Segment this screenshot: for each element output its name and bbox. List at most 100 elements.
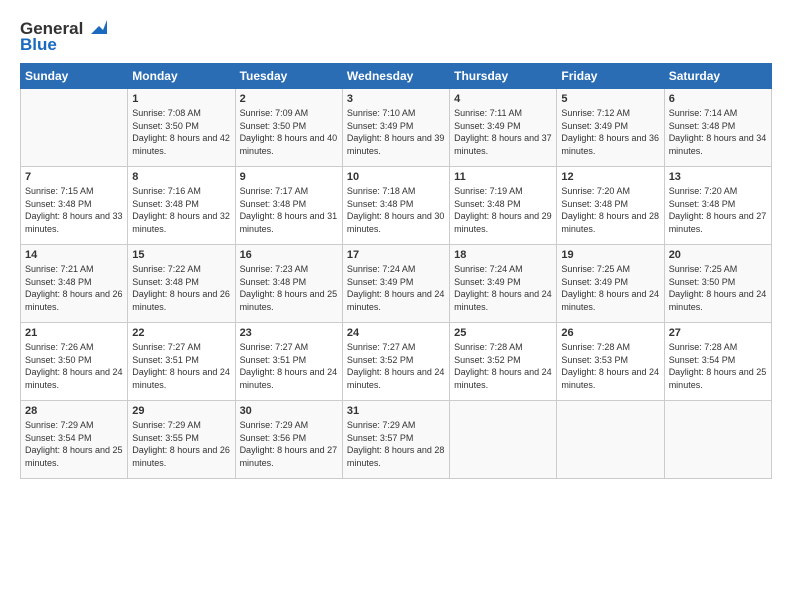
week-row-5: 28 Sunrise: 7:29 AMSunset: 3:54 PMDayligh… xyxy=(21,401,772,479)
day-number: 7 xyxy=(25,171,123,183)
day-number: 29 xyxy=(132,405,230,417)
cell-info: Sunrise: 7:25 AMSunset: 3:49 PMDaylight:… xyxy=(561,263,659,313)
header: General Blue xyxy=(20,18,772,53)
day-number: 16 xyxy=(240,249,338,261)
week-row-3: 14 Sunrise: 7:21 AMSunset: 3:48 PMDayligh… xyxy=(21,245,772,323)
day-cell: 23 Sunrise: 7:27 AMSunset: 3:51 PMDayligh… xyxy=(235,323,342,401)
day-number: 23 xyxy=(240,327,338,339)
header-tuesday: Tuesday xyxy=(235,64,342,89)
day-number: 21 xyxy=(25,327,123,339)
day-number: 17 xyxy=(347,249,445,261)
day-number: 12 xyxy=(561,171,659,183)
day-cell: 2 Sunrise: 7:09 AMSunset: 3:50 PMDaylight… xyxy=(235,89,342,167)
day-number: 27 xyxy=(669,327,767,339)
day-number: 20 xyxy=(669,249,767,261)
day-number: 2 xyxy=(240,93,338,105)
day-cell: 6Sunrise: 7:14 AMSunset: 3:48 PMDaylight… xyxy=(664,89,771,167)
cell-info: Sunrise: 7:22 AMSunset: 3:48 PMDaylight:… xyxy=(132,263,230,313)
week-row-4: 21 Sunrise: 7:26 AMSunset: 3:50 PMDayligh… xyxy=(21,323,772,401)
day-cell: 21 Sunrise: 7:26 AMSunset: 3:50 PMDayligh… xyxy=(21,323,128,401)
cell-info: Sunrise: 7:11 AMSunset: 3:49 PMDaylight:… xyxy=(454,107,552,157)
day-cell: 11 Sunrise: 7:19 AMSunset: 3:48 PMDayligh… xyxy=(450,167,557,245)
day-number: 9 xyxy=(240,171,338,183)
day-number: 3 xyxy=(347,93,445,105)
day-number: 15 xyxy=(132,249,230,261)
day-cell: 22 Sunrise: 7:27 AMSunset: 3:51 PMDayligh… xyxy=(128,323,235,401)
day-number: 19 xyxy=(561,249,659,261)
day-cell: 5Sunrise: 7:12 AMSunset: 3:49 PMDaylight… xyxy=(557,89,664,167)
header-monday: Monday xyxy=(128,64,235,89)
day-number: 14 xyxy=(25,249,123,261)
cell-info: Sunrise: 7:29 AMSunset: 3:56 PMDaylight:… xyxy=(240,419,338,469)
cell-info: Sunrise: 7:08 AMSunset: 3:50 PMDaylight:… xyxy=(132,107,230,157)
cell-info: Sunrise: 7:29 AMSunset: 3:54 PMDaylight:… xyxy=(25,419,123,469)
day-cell: 3Sunrise: 7:10 AMSunset: 3:49 PMDaylight… xyxy=(342,89,449,167)
header-thursday: Thursday xyxy=(450,64,557,89)
cell-info: Sunrise: 7:20 AMSunset: 3:48 PMDaylight:… xyxy=(669,185,767,235)
day-number: 26 xyxy=(561,327,659,339)
day-number: 22 xyxy=(132,327,230,339)
cell-info: Sunrise: 7:23 AMSunset: 3:48 PMDaylight:… xyxy=(240,263,338,313)
day-cell: 26 Sunrise: 7:28 AMSunset: 3:53 PMDayligh… xyxy=(557,323,664,401)
header-friday: Friday xyxy=(557,64,664,89)
page: General Blue SundayMondayTuesdayWednesda… xyxy=(0,0,792,612)
day-number: 11 xyxy=(454,171,552,183)
logo-text: General xyxy=(20,20,83,37)
day-cell: 1 Sunrise: 7:08 AMSunset: 3:50 PMDaylight… xyxy=(128,89,235,167)
day-number: 8 xyxy=(132,171,230,183)
day-cell xyxy=(450,401,557,479)
cell-info: Sunrise: 7:24 AMSunset: 3:49 PMDaylight:… xyxy=(347,263,445,313)
cell-info: Sunrise: 7:19 AMSunset: 3:48 PMDaylight:… xyxy=(454,185,552,235)
cell-info: Sunrise: 7:17 AMSunset: 3:48 PMDaylight:… xyxy=(240,185,338,235)
day-number: 25 xyxy=(454,327,552,339)
header-row: SundayMondayTuesdayWednesdayThursdayFrid… xyxy=(21,64,772,89)
day-cell: 29Sunrise: 7:29 AMSunset: 3:55 PMDayligh… xyxy=(128,401,235,479)
cell-info: Sunrise: 7:27 AMSunset: 3:51 PMDaylight:… xyxy=(132,341,230,391)
cell-info: Sunrise: 7:14 AMSunset: 3:48 PMDaylight:… xyxy=(669,107,767,157)
day-number: 24 xyxy=(347,327,445,339)
day-cell: 10 Sunrise: 7:18 AMSunset: 3:48 PMDayligh… xyxy=(342,167,449,245)
day-number: 30 xyxy=(240,405,338,417)
day-cell: 24 Sunrise: 7:27 AMSunset: 3:52 PMDayligh… xyxy=(342,323,449,401)
day-cell: 4 Sunrise: 7:11 AMSunset: 3:49 PMDaylight… xyxy=(450,89,557,167)
cell-info: Sunrise: 7:24 AMSunset: 3:49 PMDaylight:… xyxy=(454,263,552,313)
logo-subtext: Blue xyxy=(20,36,107,53)
day-number: 1 xyxy=(132,93,230,105)
week-row-2: 7Sunrise: 7:15 AMSunset: 3:48 PMDaylight… xyxy=(21,167,772,245)
day-cell: 20Sunrise: 7:25 AMSunset: 3:50 PMDayligh… xyxy=(664,245,771,323)
cell-info: Sunrise: 7:09 AMSunset: 3:50 PMDaylight:… xyxy=(240,107,338,157)
day-cell: 18Sunrise: 7:24 AMSunset: 3:49 PMDayligh… xyxy=(450,245,557,323)
day-cell: 16 Sunrise: 7:23 AMSunset: 3:48 PMDayligh… xyxy=(235,245,342,323)
day-number: 10 xyxy=(347,171,445,183)
cell-info: Sunrise: 7:16 AMSunset: 3:48 PMDaylight:… xyxy=(132,185,230,235)
day-cell xyxy=(664,401,771,479)
day-cell: 28 Sunrise: 7:29 AMSunset: 3:54 PMDayligh… xyxy=(21,401,128,479)
day-number: 28 xyxy=(25,405,123,417)
calendar-table: SundayMondayTuesdayWednesdayThursdayFrid… xyxy=(20,63,772,479)
day-number: 13 xyxy=(669,171,767,183)
cell-info: Sunrise: 7:29 AMSunset: 3:57 PMDaylight:… xyxy=(347,419,445,469)
day-cell: 15 Sunrise: 7:22 AMSunset: 3:48 PMDayligh… xyxy=(128,245,235,323)
day-cell: 17 Sunrise: 7:24 AMSunset: 3:49 PMDayligh… xyxy=(342,245,449,323)
day-number: 4 xyxy=(454,93,552,105)
cell-info: Sunrise: 7:20 AMSunset: 3:48 PMDaylight:… xyxy=(561,185,659,235)
header-sunday: Sunday xyxy=(21,64,128,89)
day-cell xyxy=(557,401,664,479)
day-cell: 19 Sunrise: 7:25 AMSunset: 3:49 PMDayligh… xyxy=(557,245,664,323)
day-cell: 31 Sunrise: 7:29 AMSunset: 3:57 PMDayligh… xyxy=(342,401,449,479)
logo-icon xyxy=(85,16,107,38)
day-cell: 9 Sunrise: 7:17 AMSunset: 3:48 PMDaylight… xyxy=(235,167,342,245)
cell-info: Sunrise: 7:28 AMSunset: 3:52 PMDaylight:… xyxy=(454,341,552,391)
cell-info: Sunrise: 7:28 AMSunset: 3:53 PMDaylight:… xyxy=(561,341,659,391)
cell-info: Sunrise: 7:18 AMSunset: 3:48 PMDaylight:… xyxy=(347,185,445,235)
day-cell: 25 Sunrise: 7:28 AMSunset: 3:52 PMDayligh… xyxy=(450,323,557,401)
day-cell: 30 Sunrise: 7:29 AMSunset: 3:56 PMDayligh… xyxy=(235,401,342,479)
day-number: 31 xyxy=(347,405,445,417)
day-cell: 7Sunrise: 7:15 AMSunset: 3:48 PMDaylight… xyxy=(21,167,128,245)
cell-info: Sunrise: 7:27 AMSunset: 3:51 PMDaylight:… xyxy=(240,341,338,391)
cell-info: Sunrise: 7:27 AMSunset: 3:52 PMDaylight:… xyxy=(347,341,445,391)
day-cell xyxy=(21,89,128,167)
day-number: 5 xyxy=(561,93,659,105)
cell-info: Sunrise: 7:21 AMSunset: 3:48 PMDaylight:… xyxy=(25,263,123,313)
cell-info: Sunrise: 7:26 AMSunset: 3:50 PMDaylight:… xyxy=(25,341,123,391)
